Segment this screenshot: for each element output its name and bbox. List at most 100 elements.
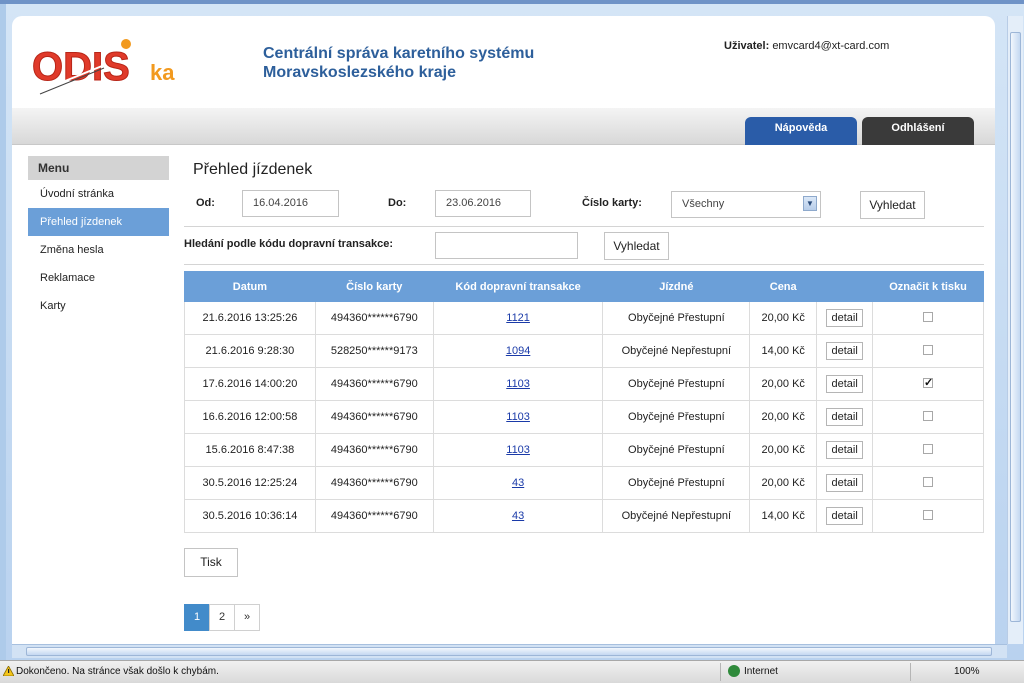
detail-cell: detail bbox=[816, 334, 874, 368]
detail-button[interactable]: detail bbox=[826, 342, 863, 360]
search-button[interactable]: Vyhledat bbox=[860, 191, 925, 219]
transaction-code-input[interactable] bbox=[435, 232, 578, 259]
print-checkbox[interactable] bbox=[923, 311, 934, 322]
column-header-date: Datum bbox=[184, 271, 316, 302]
horizontal-scroll-thumb[interactable] bbox=[26, 647, 992, 656]
page-1-button[interactable]: 1 bbox=[184, 604, 210, 631]
fare-cell: Obyčejné Přestupní bbox=[602, 367, 751, 401]
tickets-table: Datum Číslo karty Kód dopravní transakce… bbox=[184, 271, 984, 533]
detail-cell: detail bbox=[816, 367, 874, 401]
pagination: 1 2 » bbox=[184, 604, 260, 631]
table-row: 16.6.2016 12:00:58 494360******6790 1103 Ob… bbox=[184, 400, 984, 434]
page-content: ODIS ka Centrální správa karetního systé… bbox=[12, 16, 995, 644]
date-cell: 30.5.2016 12:25:24 bbox=[184, 466, 316, 500]
logout-tab[interactable]: Odhlášení bbox=[862, 117, 974, 145]
code-cell: 43 bbox=[432, 499, 604, 533]
next-page-button[interactable]: » bbox=[234, 604, 260, 631]
print-checkbox[interactable] bbox=[923, 410, 934, 421]
svg-text:ka: ka bbox=[150, 60, 175, 85]
security-zone: Internet bbox=[744, 666, 778, 677]
card-number-value: Všechny bbox=[682, 198, 725, 210]
status-separator bbox=[910, 663, 911, 681]
card-cell: 494360******6790 bbox=[314, 400, 434, 434]
site-title-line1: Centrální správa karetního systému bbox=[263, 45, 535, 62]
code-search-button[interactable]: Vyhledat bbox=[604, 232, 669, 260]
svg-text:ODIS: ODIS bbox=[32, 45, 130, 89]
detail-button[interactable]: detail bbox=[826, 408, 863, 426]
from-label: Od: bbox=[196, 197, 215, 209]
print-mark-cell bbox=[872, 433, 984, 467]
detail-button[interactable]: detail bbox=[826, 309, 863, 327]
detail-button[interactable]: detail bbox=[826, 507, 863, 525]
transaction-code-link[interactable]: 1103 bbox=[506, 444, 530, 456]
help-tab[interactable]: Nápověda bbox=[745, 117, 857, 145]
page-title: Přehled jízdenek bbox=[193, 161, 313, 178]
internet-zone-icon bbox=[728, 665, 740, 677]
fare-cell: Obyčejné Přestupní bbox=[602, 466, 751, 500]
status-message: Dokončeno. Na stránce však došlo k chybá… bbox=[16, 666, 219, 677]
detail-button[interactable]: detail bbox=[826, 441, 863, 459]
fare-cell: Obyčejné Přestupní bbox=[602, 433, 751, 467]
card-cell: 494360******6790 bbox=[314, 367, 434, 401]
sidebar-item-tickets[interactable]: Přehled jízdenek bbox=[28, 208, 169, 236]
date-cell: 15.6.2016 8:47:38 bbox=[184, 433, 316, 467]
detail-button[interactable]: detail bbox=[826, 474, 863, 492]
warning-icon[interactable] bbox=[3, 666, 14, 676]
sidebar-item-change-password[interactable]: Změna hesla bbox=[28, 236, 169, 264]
code-cell: 1103 bbox=[432, 400, 604, 434]
status-bar: Dokončeno. Na stránce však došlo k chybá… bbox=[0, 660, 1024, 683]
zoom-level[interactable]: 100% bbox=[954, 666, 980, 677]
card-cell: 494360******6790 bbox=[314, 466, 434, 500]
divider bbox=[184, 264, 984, 265]
price-cell: 14,00 Kč bbox=[749, 334, 818, 368]
table-header-row: Datum Číslo karty Kód dopravní transakce… bbox=[184, 271, 984, 302]
vertical-scroll-thumb[interactable] bbox=[1010, 32, 1021, 622]
page-2-button[interactable]: 2 bbox=[209, 604, 235, 631]
to-date-input[interactable]: 23.06.2016 bbox=[435, 190, 531, 217]
transaction-code-link[interactable]: 43 bbox=[512, 477, 524, 489]
card-number-select[interactable]: Všechny ▼ bbox=[671, 191, 821, 218]
vertical-scrollbar[interactable] bbox=[1007, 16, 1023, 644]
price-cell: 20,00 Kč bbox=[749, 433, 818, 467]
print-checkbox[interactable] bbox=[923, 476, 934, 487]
column-header-price: Cena bbox=[749, 271, 818, 302]
print-checkbox[interactable] bbox=[923, 376, 933, 389]
detail-cell: detail bbox=[816, 400, 874, 434]
from-date-input[interactable]: 16.04.2016 bbox=[242, 190, 339, 217]
sidebar-item-home[interactable]: Úvodní stránka bbox=[28, 180, 169, 208]
fare-cell: Obyčejné Nepřestupní bbox=[602, 499, 751, 533]
site-title: Centrální správa karetního systému Morav… bbox=[263, 44, 534, 82]
print-checkbox[interactable] bbox=[923, 443, 934, 454]
detail-button[interactable]: detail bbox=[826, 375, 863, 393]
print-mark-cell bbox=[872, 334, 984, 368]
detail-cell: detail bbox=[816, 499, 874, 533]
sidebar-item-complaints[interactable]: Reklamace bbox=[28, 264, 169, 292]
table-row: 21.6.2016 13:25:26 494360******6790 1121 Ob… bbox=[184, 301, 984, 335]
transaction-code-link[interactable]: 1103 bbox=[506, 411, 530, 423]
date-cell: 17.6.2016 14:00:20 bbox=[184, 367, 316, 401]
transaction-code-link[interactable]: 1094 bbox=[506, 345, 530, 357]
card-cell: 494360******6790 bbox=[314, 499, 434, 533]
price-cell: 20,00 Kč bbox=[749, 400, 818, 434]
user-name: emvcard4@xt-card.com bbox=[772, 40, 890, 52]
transaction-code-link[interactable]: 1121 bbox=[506, 312, 530, 324]
price-cell: 20,00 Kč bbox=[749, 367, 818, 401]
print-checkbox[interactable] bbox=[923, 344, 934, 355]
table-row: 30.5.2016 12:25:24 494360******6790 43 Obyč… bbox=[184, 466, 984, 500]
to-label: Do: bbox=[388, 197, 407, 209]
print-mark-cell bbox=[872, 367, 984, 401]
column-header-card: Číslo karty bbox=[314, 271, 434, 302]
print-checkbox[interactable] bbox=[923, 509, 934, 520]
column-header-print: Označit k tisku bbox=[872, 271, 984, 302]
chevron-down-icon[interactable]: ▼ bbox=[803, 196, 817, 211]
transaction-code-link[interactable]: 43 bbox=[512, 510, 524, 522]
divider bbox=[184, 226, 984, 227]
sidebar-item-cards[interactable]: Karty bbox=[28, 292, 169, 320]
print-button[interactable]: Tisk bbox=[184, 548, 238, 577]
horizontal-scrollbar[interactable] bbox=[12, 644, 1007, 658]
column-header-fare: Jízdné bbox=[602, 271, 751, 302]
card-number-label: Číslo karty: bbox=[582, 197, 642, 209]
card-cell: 494360******6790 bbox=[314, 433, 434, 467]
column-header-detail bbox=[816, 271, 874, 302]
transaction-code-link[interactable]: 1103 bbox=[506, 378, 530, 390]
